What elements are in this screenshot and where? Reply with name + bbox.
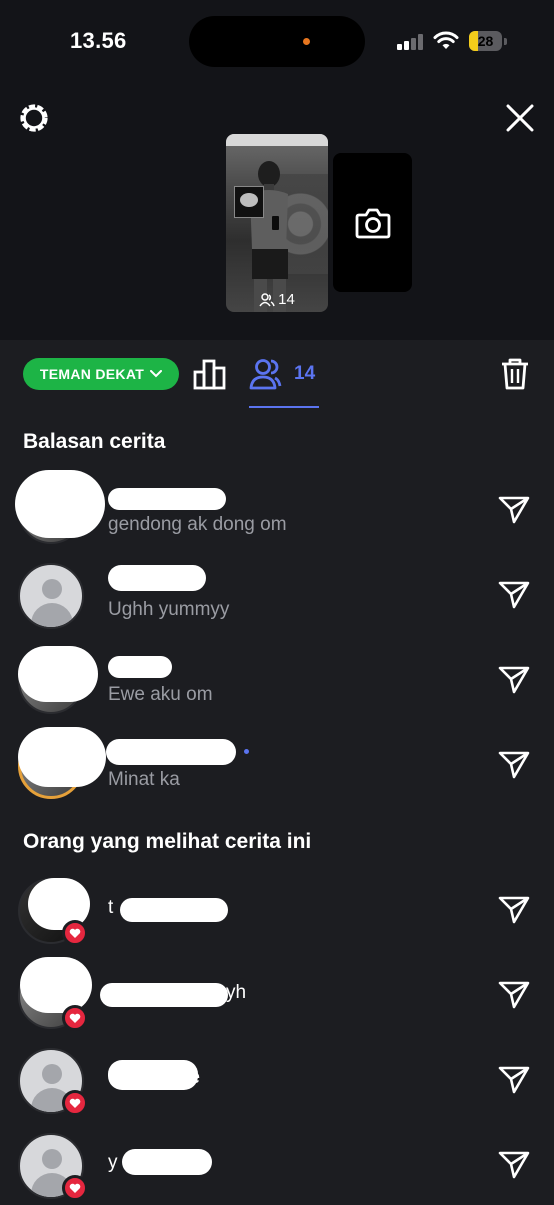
unread-dot bbox=[244, 749, 249, 754]
battery-indicator: 28 bbox=[469, 31, 507, 51]
redacted-username bbox=[122, 1149, 212, 1175]
story-thumbnail[interactable]: 14 bbox=[226, 134, 328, 312]
add-story-button[interactable] bbox=[333, 153, 412, 292]
reply-row[interactable]: Ughh yummyy bbox=[0, 555, 554, 635]
replies-section-title: Balasan cerita bbox=[23, 430, 166, 453]
send-icon[interactable] bbox=[494, 1145, 534, 1185]
send-icon[interactable] bbox=[494, 890, 534, 930]
redacted-username bbox=[100, 983, 228, 1007]
viewer-name: t bbox=[108, 897, 114, 918]
viewers-tab-count: 14 bbox=[294, 363, 316, 384]
redacted-avatar bbox=[20, 957, 92, 1013]
viewer-row[interactable]: y ahh bbox=[0, 1125, 554, 1205]
music-sticker bbox=[234, 186, 264, 218]
send-icon[interactable] bbox=[494, 660, 534, 700]
wifi-icon bbox=[433, 31, 459, 49]
avatar bbox=[18, 563, 84, 629]
recording-indicator bbox=[303, 38, 310, 45]
chevron-down-icon bbox=[150, 370, 163, 378]
viewer-count-badge: 14 bbox=[226, 291, 328, 308]
dynamic-island bbox=[189, 16, 365, 67]
redacted-username bbox=[106, 739, 236, 765]
reply-message: Ughh yummyy bbox=[108, 599, 230, 620]
battery-percent: 28 bbox=[477, 33, 494, 49]
reply-message: gendong ak dong om bbox=[108, 514, 287, 535]
redacted-avatar bbox=[15, 470, 105, 538]
reply-row[interactable]: Ewe aku om bbox=[0, 640, 554, 720]
redacted-username bbox=[108, 656, 172, 678]
settings-icon[interactable] bbox=[14, 98, 54, 138]
viewer-name: yh bbox=[226, 982, 247, 1003]
send-icon[interactable] bbox=[494, 490, 534, 530]
insights-icon[interactable] bbox=[192, 354, 228, 394]
redacted-avatar bbox=[18, 646, 98, 702]
send-icon[interactable] bbox=[494, 1060, 534, 1100]
send-icon[interactable] bbox=[494, 575, 534, 615]
delete-icon[interactable] bbox=[496, 354, 534, 394]
close-icon[interactable] bbox=[500, 98, 540, 138]
thumbnail-top-strip bbox=[226, 134, 328, 146]
camera-icon bbox=[355, 208, 390, 238]
viewer-count: 14 bbox=[278, 291, 295, 308]
viewer-row[interactable]: yh bbox=[0, 955, 554, 1035]
selected-story-pointer bbox=[263, 324, 291, 340]
reply-row[interactable]: Minat ka bbox=[0, 725, 554, 805]
viewer-row[interactable]: ce bbox=[0, 1040, 554, 1120]
status-bar: 13.56 28 bbox=[0, 0, 554, 84]
redacted-username bbox=[108, 488, 226, 510]
audience-dropdown[interactable]: TEMAN DEKAT bbox=[23, 358, 179, 390]
viewers-section-title: Orang yang melihat cerita ini bbox=[23, 830, 312, 853]
like-icon bbox=[62, 1005, 88, 1031]
active-tab-indicator bbox=[249, 406, 319, 408]
clock: 13.56 bbox=[70, 28, 127, 53]
story-photo-figure bbox=[250, 161, 288, 312]
viewers-icon bbox=[249, 359, 282, 390]
send-icon[interactable] bbox=[494, 975, 534, 1015]
audience-label: TEMAN DEKAT bbox=[39, 366, 145, 382]
signal-icon bbox=[397, 34, 423, 50]
reply-message: Ewe aku om bbox=[108, 684, 213, 705]
reply-row[interactable]: gendong ak dong om bbox=[0, 470, 554, 550]
tab-viewers[interactable]: 14 bbox=[248, 354, 320, 394]
send-icon[interactable] bbox=[494, 745, 534, 785]
reply-message: Minat ka bbox=[108, 769, 180, 790]
redacted-username bbox=[120, 898, 228, 922]
redacted-username bbox=[108, 565, 206, 591]
redacted-username bbox=[108, 1060, 198, 1090]
like-icon bbox=[62, 920, 88, 946]
viewers-icon bbox=[259, 292, 275, 306]
redacted-avatar bbox=[18, 727, 106, 787]
like-icon bbox=[62, 1090, 88, 1116]
like-icon bbox=[62, 1175, 88, 1201]
viewer-row[interactable]: t bbox=[0, 870, 554, 950]
